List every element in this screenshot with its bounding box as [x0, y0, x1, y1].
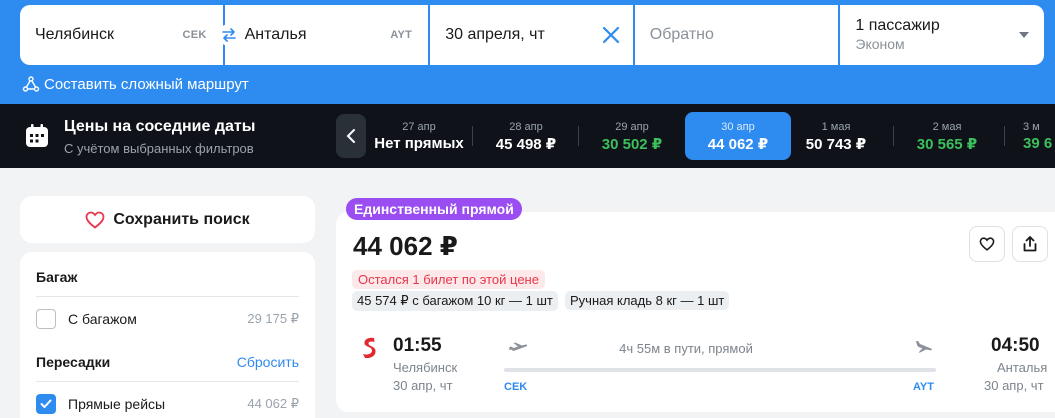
divider	[36, 381, 299, 382]
date-option-price: 30 565 ₽	[916, 136, 978, 153]
share-icon	[1023, 236, 1037, 252]
origin-value: Челябинск	[35, 26, 114, 43]
reset-transfers-link[interactable]: Сбросить	[237, 354, 299, 370]
date-option-price: 39 6	[1023, 135, 1053, 152]
transfers-heading: Пересадки	[36, 354, 111, 370]
nearby-dates-bar: Цены на соседние даты С учётом выбранных…	[0, 104, 1055, 168]
date-option-price: 45 498 ₽	[495, 136, 557, 153]
checkmark-icon	[40, 399, 52, 408]
cabin-class: Эконом	[855, 36, 905, 52]
arrival-iata: AYT	[913, 381, 934, 393]
heart-icon	[979, 237, 995, 251]
direct-flights-option[interactable]: Прямые рейсы 44 062 ₽	[36, 394, 299, 414]
ticket-card[interactable]: 44 062 ₽ Остался 1 билет по этой цене 45…	[336, 212, 1055, 412]
departure-city: Челябинск	[393, 360, 458, 375]
date-option-price: 50 743 ₽	[805, 136, 867, 153]
complex-route-link[interactable]: Составить сложный маршрут	[22, 75, 249, 93]
departure-iata: CEK	[504, 381, 528, 393]
date-option-date: 27 апр	[402, 121, 436, 133]
search-area: Челябинск CEK Анталья AYT 30 апреля, чт …	[0, 0, 1055, 104]
airline-logo	[356, 334, 382, 365]
nearby-dates-subtitle: С учётом выбранных фильтров	[64, 141, 254, 156]
save-search-label: Сохранить поиск	[113, 210, 250, 228]
arrival-time: 04:50	[991, 335, 1040, 356]
arrival-city: Анталья	[997, 360, 1048, 375]
date-option[interactable]: 3 м 39 6	[1005, 112, 1055, 160]
baggage-filter-option[interactable]: С багажом 29 175 ₽	[36, 309, 299, 329]
baggage-option-label: С багажом	[68, 311, 137, 327]
return-placeholder: Обратно	[649, 26, 714, 43]
passengers-field[interactable]: 1 пассажир Эконом	[840, 5, 1044, 65]
chevron-down-icon	[1018, 32, 1029, 38]
landing-icon	[914, 340, 934, 359]
baggage-heading: Багаж	[36, 269, 78, 285]
date-option[interactable]: 29 апр 30 502 ₽	[579, 112, 685, 160]
heart-icon	[85, 211, 105, 229]
date-option[interactable]: 27 апр Нет прямых	[366, 112, 472, 160]
date-option-price: 44 062 ₽	[707, 136, 769, 153]
origin-field[interactable]: Челябинск CEK	[20, 5, 223, 65]
date-option-price: 30 502 ₽	[601, 136, 663, 153]
date-option-price: Нет прямых	[374, 135, 464, 152]
nearby-dates-title: Цены на соседние даты	[64, 118, 256, 135]
takeoff-icon	[508, 340, 528, 359]
destination-field[interactable]: Анталья AYT	[224, 5, 429, 65]
date-option-selected[interactable]: 30 апр 44 062 ₽	[685, 112, 791, 160]
date-option-date: 1 мая	[821, 121, 851, 133]
close-icon[interactable]	[601, 25, 621, 45]
ticket-price: 44 062 ₽	[353, 231, 458, 261]
date-option-date: 30 апр	[721, 121, 755, 133]
departure-date-field[interactable]: 30 апреля, чт	[430, 5, 633, 65]
arrival-date: 30 апр, чт	[984, 378, 1044, 393]
departure-time: 01:55	[393, 335, 442, 356]
departure-date-value: 30 апреля, чт	[445, 26, 545, 43]
chevron-left-icon	[346, 129, 355, 143]
passengers-count: 1 пассажир	[855, 17, 940, 34]
baggage-price-chip: 45 574 ₽ с багажом 10 кг — 1 шт	[352, 291, 558, 311]
prev-dates-button[interactable]	[336, 114, 366, 158]
destination-iata: AYT	[390, 29, 413, 41]
swap-icon[interactable]	[218, 24, 240, 46]
filters-panel: Багаж С багажом 29 175 ₽ Пересадки Сброс…	[20, 252, 315, 418]
destination-value: Анталья	[244, 26, 307, 43]
date-option-date: 29 апр	[615, 121, 649, 133]
flight-track	[504, 368, 936, 372]
date-option[interactable]: 2 мая 30 565 ₽	[894, 112, 1000, 160]
flight-duration: 4ч 55м в пути, прямой	[619, 341, 753, 356]
only-direct-badge: Единственный прямой	[346, 198, 522, 220]
hand-luggage-chip: Ручная кладь 8 кг — 1 шт	[565, 291, 730, 310]
date-option-date: 2 мая	[932, 121, 962, 133]
direct-flights-checkbox[interactable]	[36, 394, 56, 414]
last-ticket-warning: Остался 1 билет по этой цене	[352, 270, 545, 289]
origin-iata: CEK	[182, 29, 207, 41]
date-option-date: 3 м	[1023, 121, 1040, 133]
direct-flights-label: Прямые рейсы	[68, 396, 166, 412]
route-icon	[22, 76, 40, 92]
calendar-icon	[24, 123, 50, 154]
complex-route-label: Составить сложный маршрут	[44, 75, 249, 93]
date-option[interactable]: 1 мая 50 743 ₽	[783, 112, 889, 160]
date-option-date: 28 апр	[509, 121, 543, 133]
date-option[interactable]: 28 апр 45 498 ₽	[473, 112, 579, 160]
favorite-button[interactable]	[969, 226, 1005, 262]
baggage-checkbox[interactable]	[36, 309, 56, 329]
save-search-button[interactable]: Сохранить поиск	[20, 196, 315, 243]
return-date-field[interactable]: Обратно	[634, 5, 839, 65]
divider	[36, 296, 299, 297]
share-button[interactable]	[1012, 226, 1048, 262]
departure-date: 30 апр, чт	[393, 378, 453, 393]
direct-flights-price: 44 062 ₽	[247, 396, 299, 411]
baggage-option-price: 29 175 ₽	[247, 311, 299, 326]
search-fields: Челябинск CEK Анталья AYT 30 апреля, чт …	[20, 5, 1044, 65]
